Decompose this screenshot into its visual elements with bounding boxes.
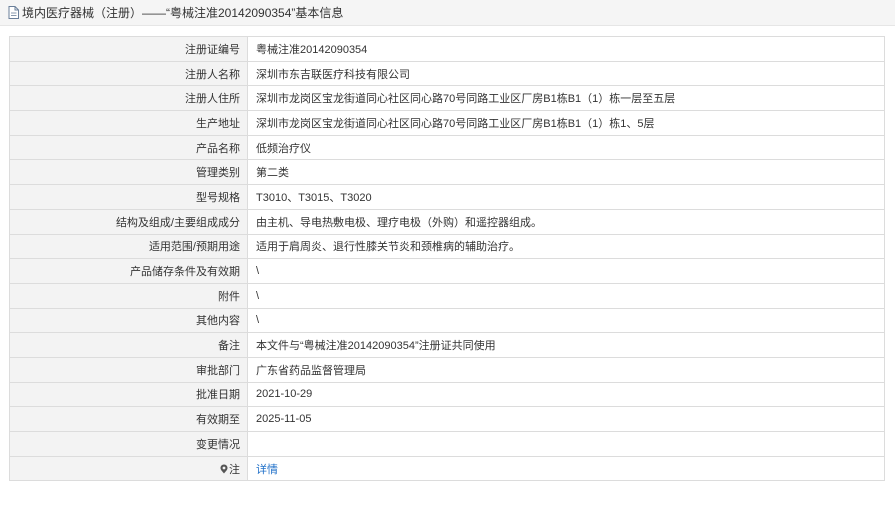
field-label: 管理类别 <box>9 159 248 186</box>
field-value: 低频治疗仪 <box>247 134 885 161</box>
table-row: 附件 \ <box>9 282 885 309</box>
field-label: 备注 <box>9 332 248 358</box>
page-header: 境内医疗器械（注册）——“粤械注准20142090354”基本信息 <box>0 0 895 26</box>
field-value: \ <box>247 307 885 334</box>
note-label-cell: 注 <box>9 455 248 482</box>
table-row: 批准日期 2021-10-29 <box>9 381 885 408</box>
field-label: 审批部门 <box>9 356 248 383</box>
table-row: 型号规格 T3010、T3015、T3020 <box>9 184 885 210</box>
table-row: 备注 本文件与“粤械注准20142090354”注册证共同使用 <box>9 332 885 358</box>
table-row: 注册人住所 深圳市龙岗区宝龙街道同心社区同心路70号同路工业区厂房B1栋B1（1）… <box>9 85 885 112</box>
field-label: 适用范围/预期用途 <box>9 233 248 260</box>
field-label: 注册证编号 <box>9 36 248 62</box>
table-row: 其他内容 \ <box>9 307 885 334</box>
table-row: 适用范围/预期用途 适用于肩周炎、退行性膝关节炎和颈椎病的辅助治疗。 <box>9 233 885 260</box>
field-label: 注册人名称 <box>9 60 248 87</box>
field-value: 2025-11-05 <box>247 406 885 432</box>
field-label: 产品名称 <box>9 134 248 161</box>
field-value: 2021-10-29 <box>247 381 885 408</box>
field-label: 变更情况 <box>9 431 248 457</box>
table-row: 有效期至 2025-11-05 <box>9 406 885 432</box>
field-value: \ <box>247 258 885 284</box>
field-label: 注册人住所 <box>9 85 248 112</box>
field-label: 结构及组成/主要组成成分 <box>9 208 248 235</box>
table-row-note: 注 详情 <box>9 455 885 482</box>
table-row: 产品名称 低频治疗仪 <box>9 134 885 161</box>
field-label: 产品储存条件及有效期 <box>9 258 248 284</box>
table-row: 审批部门 广东省药品监督管理局 <box>9 356 885 383</box>
field-value: 深圳市东吉联医疗科技有限公司 <box>247 60 885 87</box>
info-table: 注册证编号 粤械注准20142090354 注册人名称 深圳市东吉联医疗科技有限公司注… <box>9 36 885 482</box>
field-value: 适用于肩周炎、退行性膝关节炎和颈椎病的辅助治疗。 <box>247 233 885 260</box>
field-label: 有效期至 <box>9 406 248 432</box>
table-row: 变更情况 <box>9 431 885 457</box>
field-value: 广东省药品监督管理局 <box>247 356 885 383</box>
table-row: 生产地址 深圳市龙岗区宝龙街道同心社区同心路70号同路工业区厂房B1栋B1（1）栋… <box>9 110 885 136</box>
table-row: 产品储存条件及有效期 \ <box>9 258 885 284</box>
field-value: 本文件与“粤械注准20142090354”注册证共同使用 <box>247 332 885 358</box>
pin-icon <box>220 464 228 474</box>
table-row: 结构及组成/主要组成成分 由主机、导电热敷电极、理疗电极（外购）和遥控器组成。 <box>9 208 885 235</box>
page-title: 境内医疗器械（注册）——“粤械注准20142090354”基本信息 <box>22 6 344 20</box>
field-value: 第二类 <box>247 159 885 186</box>
field-label: 生产地址 <box>9 110 248 136</box>
field-value: 粤械注准20142090354 <box>247 36 885 62</box>
field-label: 型号规格 <box>9 184 248 210</box>
details-link[interactable]: 详情 <box>256 464 278 476</box>
field-label: 批准日期 <box>9 381 248 408</box>
note-value-cell: 详情 <box>247 455 885 482</box>
field-value: T3010、T3015、T3020 <box>247 184 885 210</box>
note-label: 注 <box>229 463 240 476</box>
table-row: 管理类别 第二类 <box>9 159 885 186</box>
field-label: 其他内容 <box>9 307 248 334</box>
table-row: 注册证编号 粤械注准20142090354 <box>9 36 885 62</box>
field-value: \ <box>247 282 885 309</box>
field-value <box>247 431 885 457</box>
field-value: 由主机、导电热敷电极、理疗电极（外购）和遥控器组成。 <box>247 208 885 235</box>
document-icon <box>8 6 19 19</box>
field-label: 附件 <box>9 282 248 309</box>
field-value: 深圳市龙岗区宝龙街道同心社区同心路70号同路工业区厂房B1栋B1（1）栋1、5层 <box>247 110 885 136</box>
field-value: 深圳市龙岗区宝龙街道同心社区同心路70号同路工业区厂房B1栋B1（1）栋一层至五… <box>247 85 885 112</box>
table-row: 注册人名称 深圳市东吉联医疗科技有限公司 <box>9 60 885 87</box>
